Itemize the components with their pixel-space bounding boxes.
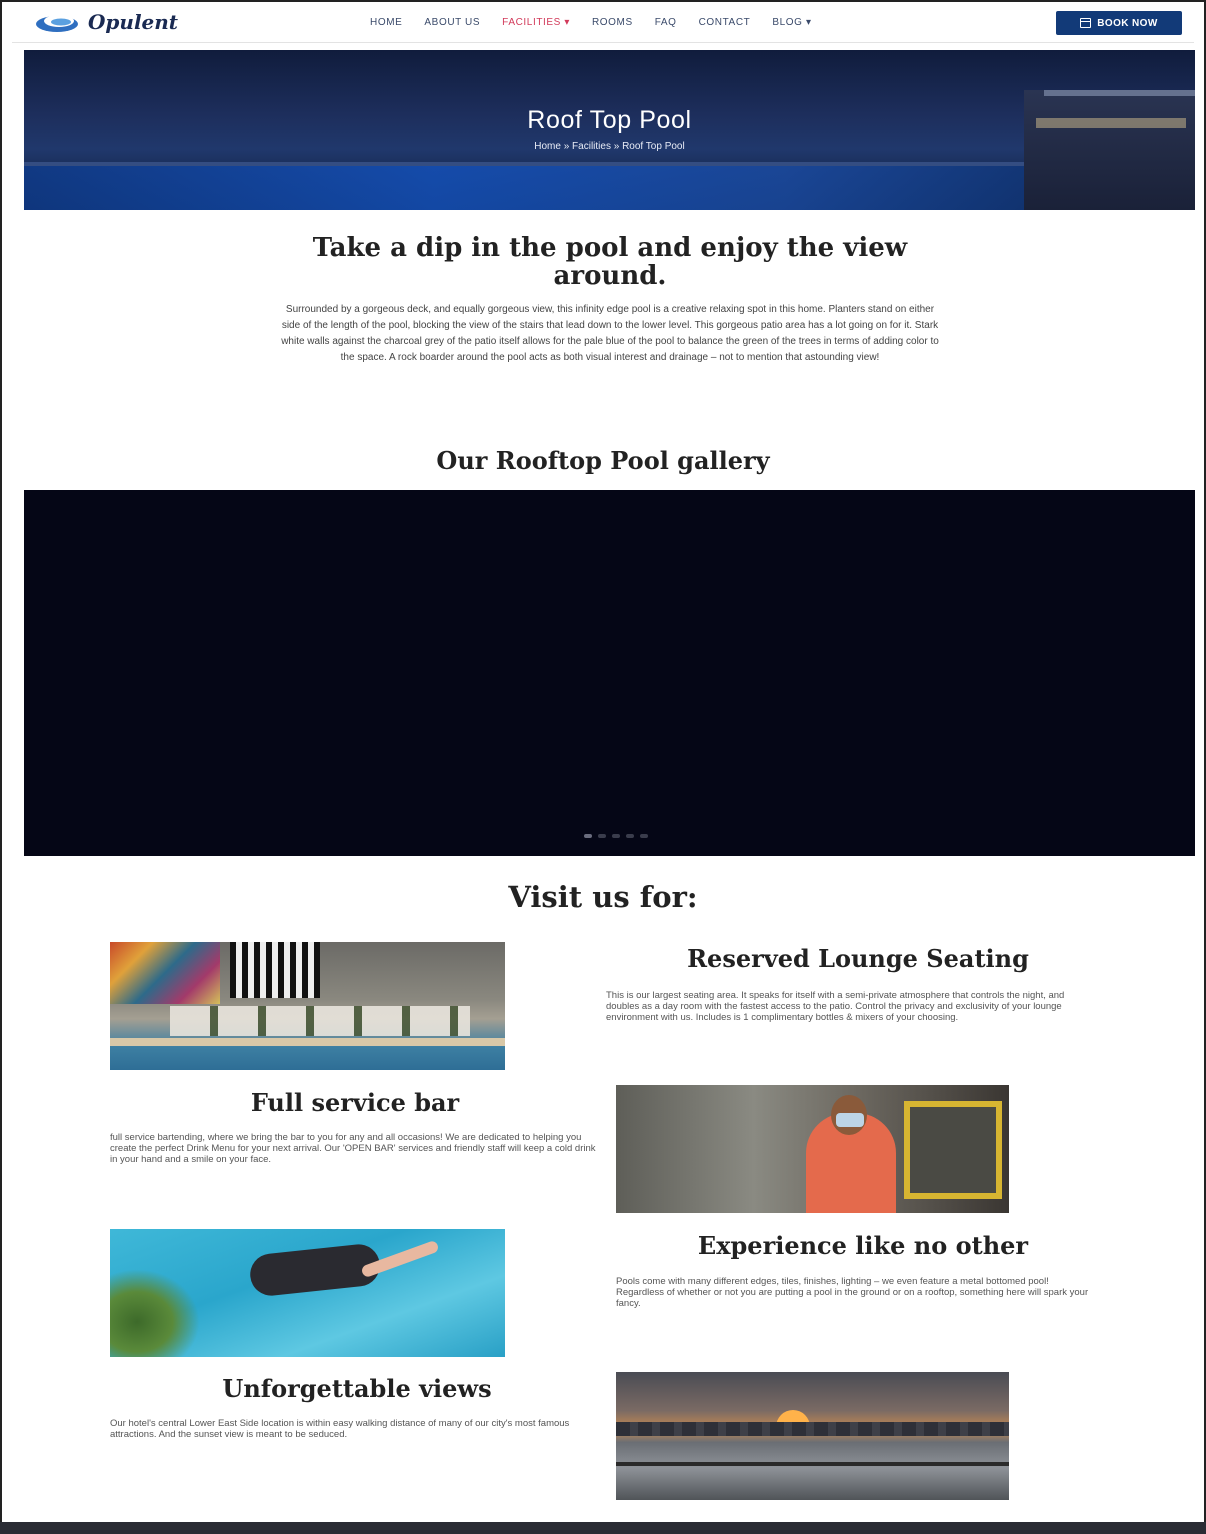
slider-dots	[584, 834, 648, 838]
calendar-icon	[1080, 18, 1092, 28]
hero-banner: Roof Top Pool Home » Facilities » Roof T…	[24, 50, 1195, 210]
lounge-seating-photo	[110, 942, 505, 1070]
feature-text-bar: full service bartending, where we bring …	[110, 1132, 596, 1165]
site-logo[interactable]: Opulent	[34, 9, 178, 35]
nav-blog-label: BLOG	[772, 17, 803, 28]
nav-faq[interactable]: FAQ	[655, 17, 677, 28]
main-nav: HOME ABOUT US FACILITIES ▾ ROOMS FAQ CON…	[370, 17, 812, 28]
hero-pool-image	[24, 166, 1195, 210]
slider-dot[interactable]	[612, 834, 620, 838]
deck-image	[110, 1038, 505, 1046]
intro-paragraph: Surrounded by a gorgeous deck, and equal…	[281, 304, 939, 363]
site-header: Opulent HOME ABOUT US FACILITIES ▾ ROOMS…	[12, 6, 1194, 42]
header-divider	[12, 42, 1194, 43]
sofas-image	[170, 1006, 470, 1036]
slider-dot[interactable]	[598, 834, 606, 838]
page-title: Roof Top Pool	[527, 106, 692, 134]
sunset-view-photo	[616, 1372, 1009, 1500]
gallery-heading: Our Rooftop Pool gallery	[436, 446, 770, 475]
striped-wall-image	[230, 942, 320, 998]
feature-text-views: Our hotel's central Lower East Side loca…	[110, 1418, 570, 1440]
nav-blog[interactable]: BLOG ▾	[772, 17, 811, 28]
feature-text-experience: Pools come with many different edges, ti…	[616, 1276, 1089, 1309]
logo-swoosh-icon	[36, 15, 78, 32]
nav-rooms[interactable]: ROOMS	[592, 17, 633, 28]
logo-text: Opulent	[88, 10, 179, 34]
slider-dot[interactable]	[584, 834, 592, 838]
hero-roof-image	[1044, 90, 1195, 96]
feature-title-lounge: Reserved Lounge Seating	[687, 944, 1029, 973]
face-mask-image	[836, 1113, 864, 1127]
nav-facilities-label: FACILITIES	[502, 17, 561, 28]
chevron-down-icon: ▾	[805, 17, 812, 28]
slider-dot[interactable]	[626, 834, 634, 838]
footer-bar	[0, 1522, 1206, 1534]
yellow-frame-image	[904, 1101, 1002, 1199]
nav-home[interactable]: HOME	[370, 17, 402, 28]
mural-image	[110, 942, 220, 1004]
gallery-slider[interactable]	[24, 490, 1195, 856]
chevron-down-icon: ▾	[564, 17, 570, 28]
book-now-button[interactable]: BOOK NOW	[1056, 11, 1182, 35]
intro-heading: Take a dip in the pool and enjoy the vie…	[312, 233, 908, 291]
slider-dot[interactable]	[640, 834, 648, 838]
leaves-image	[110, 1269, 200, 1357]
feature-title-experience: Experience like no other	[697, 1231, 1029, 1260]
visit-heading: Visit us for:	[508, 880, 698, 914]
nav-contact[interactable]: CONTACT	[699, 17, 751, 28]
book-now-label: BOOK NOW	[1097, 17, 1158, 29]
railing-image	[616, 1462, 1009, 1466]
bartender-photo	[616, 1085, 1009, 1213]
skyline-image	[616, 1422, 1009, 1436]
breadcrumb[interactable]: Home » Facilities » Roof Top Pool	[24, 141, 1195, 152]
feature-title-bar: Full service bar	[250, 1088, 460, 1117]
feature-text-lounge: This is our largest seating area. It spe…	[606, 990, 1065, 1023]
feature-title-views: Unforgettable views	[222, 1374, 492, 1403]
nav-about-us[interactable]: ABOUT US	[424, 17, 480, 28]
nav-facilities[interactable]: FACILITIES ▾	[502, 17, 570, 28]
swimmer-photo	[110, 1229, 505, 1357]
